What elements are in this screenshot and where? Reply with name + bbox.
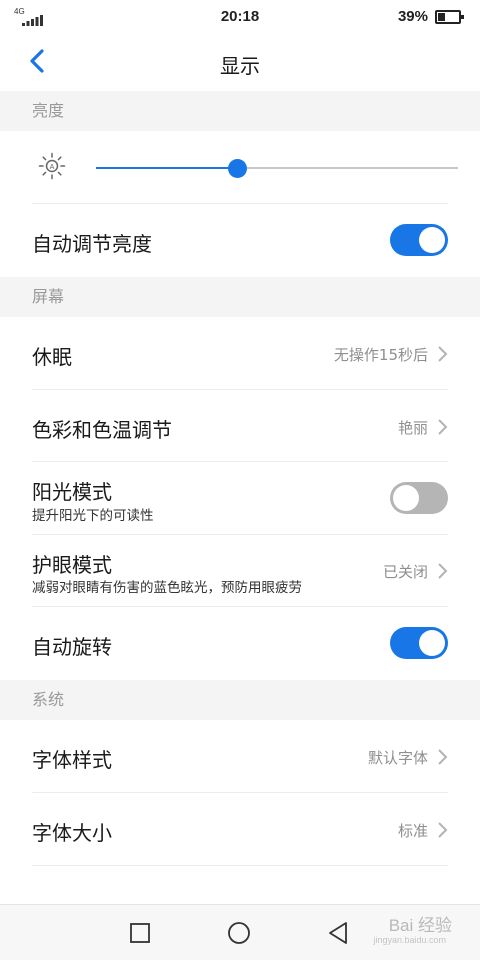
divider	[32, 865, 448, 866]
triangle-back-icon	[329, 922, 347, 944]
svg-text:A: A	[50, 164, 55, 171]
chevron-right-icon	[438, 822, 448, 838]
eye-care-description: 减弱对眼睛有伤害的蓝色眩光，预防用眼疲劳	[32, 580, 302, 596]
square-icon	[130, 923, 150, 943]
circle-icon	[228, 922, 250, 944]
section-header-screen: 屏幕	[0, 277, 480, 317]
chevron-left-icon	[30, 49, 44, 73]
battery-tip	[461, 15, 464, 19]
battery-percent: 39%	[397, 8, 428, 25]
auto-rotate-label: 自动旋转	[32, 635, 112, 659]
sun-icon: A	[38, 152, 66, 180]
battery-level-fill	[438, 13, 445, 21]
eye-care-row[interactable]: 护眼模式 减弱对眼睛有伤害的蓝色眩光，预防用眼疲劳 已关闭	[0, 535, 480, 607]
font-style-row[interactable]: 字体样式 默认字体	[0, 720, 480, 793]
eye-care-label: 护眼模式	[32, 553, 112, 577]
auto-rotate-toggle[interactable]	[390, 627, 448, 659]
sleep-value: 无操作15秒后	[333, 346, 428, 364]
status-bar: 4G 20:18 39%	[0, 0, 480, 34]
toggle-knob	[393, 485, 419, 511]
color-temperature-value: 艳丽	[397, 419, 428, 437]
auto-brightness-toggle[interactable]	[390, 224, 448, 256]
slider-thumb[interactable]	[228, 159, 248, 178]
chevron-right-icon	[438, 419, 448, 435]
watermark-logo: Bai 经验	[388, 916, 452, 935]
auto-brightness-label: 自动调节亮度	[32, 232, 152, 256]
sunlight-mode-row[interactable]: 阳光模式 提升阳光下的可读性	[0, 462, 480, 535]
app-header: 显示	[0, 34, 480, 91]
toggle-knob	[419, 630, 445, 656]
section-header-system: 系统	[0, 680, 480, 720]
color-temperature-label: 色彩和色温调节	[32, 418, 172, 442]
home-button[interactable]	[226, 920, 252, 946]
recent-apps-button[interactable]	[127, 920, 153, 946]
sunlight-mode-toggle[interactable]	[390, 482, 448, 514]
brightness-slider[interactable]	[96, 157, 458, 179]
chevron-right-icon	[438, 346, 448, 362]
back-button[interactable]	[22, 44, 56, 78]
battery-icon	[435, 10, 464, 24]
chevron-right-icon	[438, 749, 448, 765]
system-navigation-bar: Bai 经验 jingyan.baidu.com	[0, 904, 480, 960]
brightness-slider-row: A	[0, 131, 480, 204]
font-style-value: 默认字体	[367, 749, 428, 767]
watermark-url: jingyan.baidu.com	[373, 935, 446, 945]
sunlight-mode-description: 提升阳光下的可读性	[32, 508, 154, 524]
auto-rotate-row[interactable]: 自动旋转	[0, 607, 480, 680]
eye-care-value: 已关闭	[382, 563, 428, 581]
chevron-right-icon	[438, 563, 448, 579]
sunlight-mode-label: 阳光模式	[32, 480, 112, 504]
nav-back-button[interactable]	[326, 920, 352, 946]
font-style-label: 字体样式	[32, 748, 112, 772]
color-temperature-row[interactable]: 色彩和色温调节 艳丽	[0, 390, 480, 462]
font-size-label: 字体大小	[32, 821, 112, 845]
toggle-knob	[419, 227, 445, 253]
font-size-row[interactable]: 字体大小 标准	[0, 793, 480, 866]
auto-brightness-row[interactable]: 自动调节亮度	[0, 204, 480, 277]
section-header-brightness: 亮度	[0, 91, 480, 131]
sleep-row[interactable]: 休眠 无操作15秒后	[0, 317, 480, 390]
font-size-value: 标准	[397, 822, 428, 840]
sleep-label: 休眠	[32, 345, 72, 369]
page-title: 显示	[220, 54, 260, 78]
slider-fill	[96, 167, 238, 169]
